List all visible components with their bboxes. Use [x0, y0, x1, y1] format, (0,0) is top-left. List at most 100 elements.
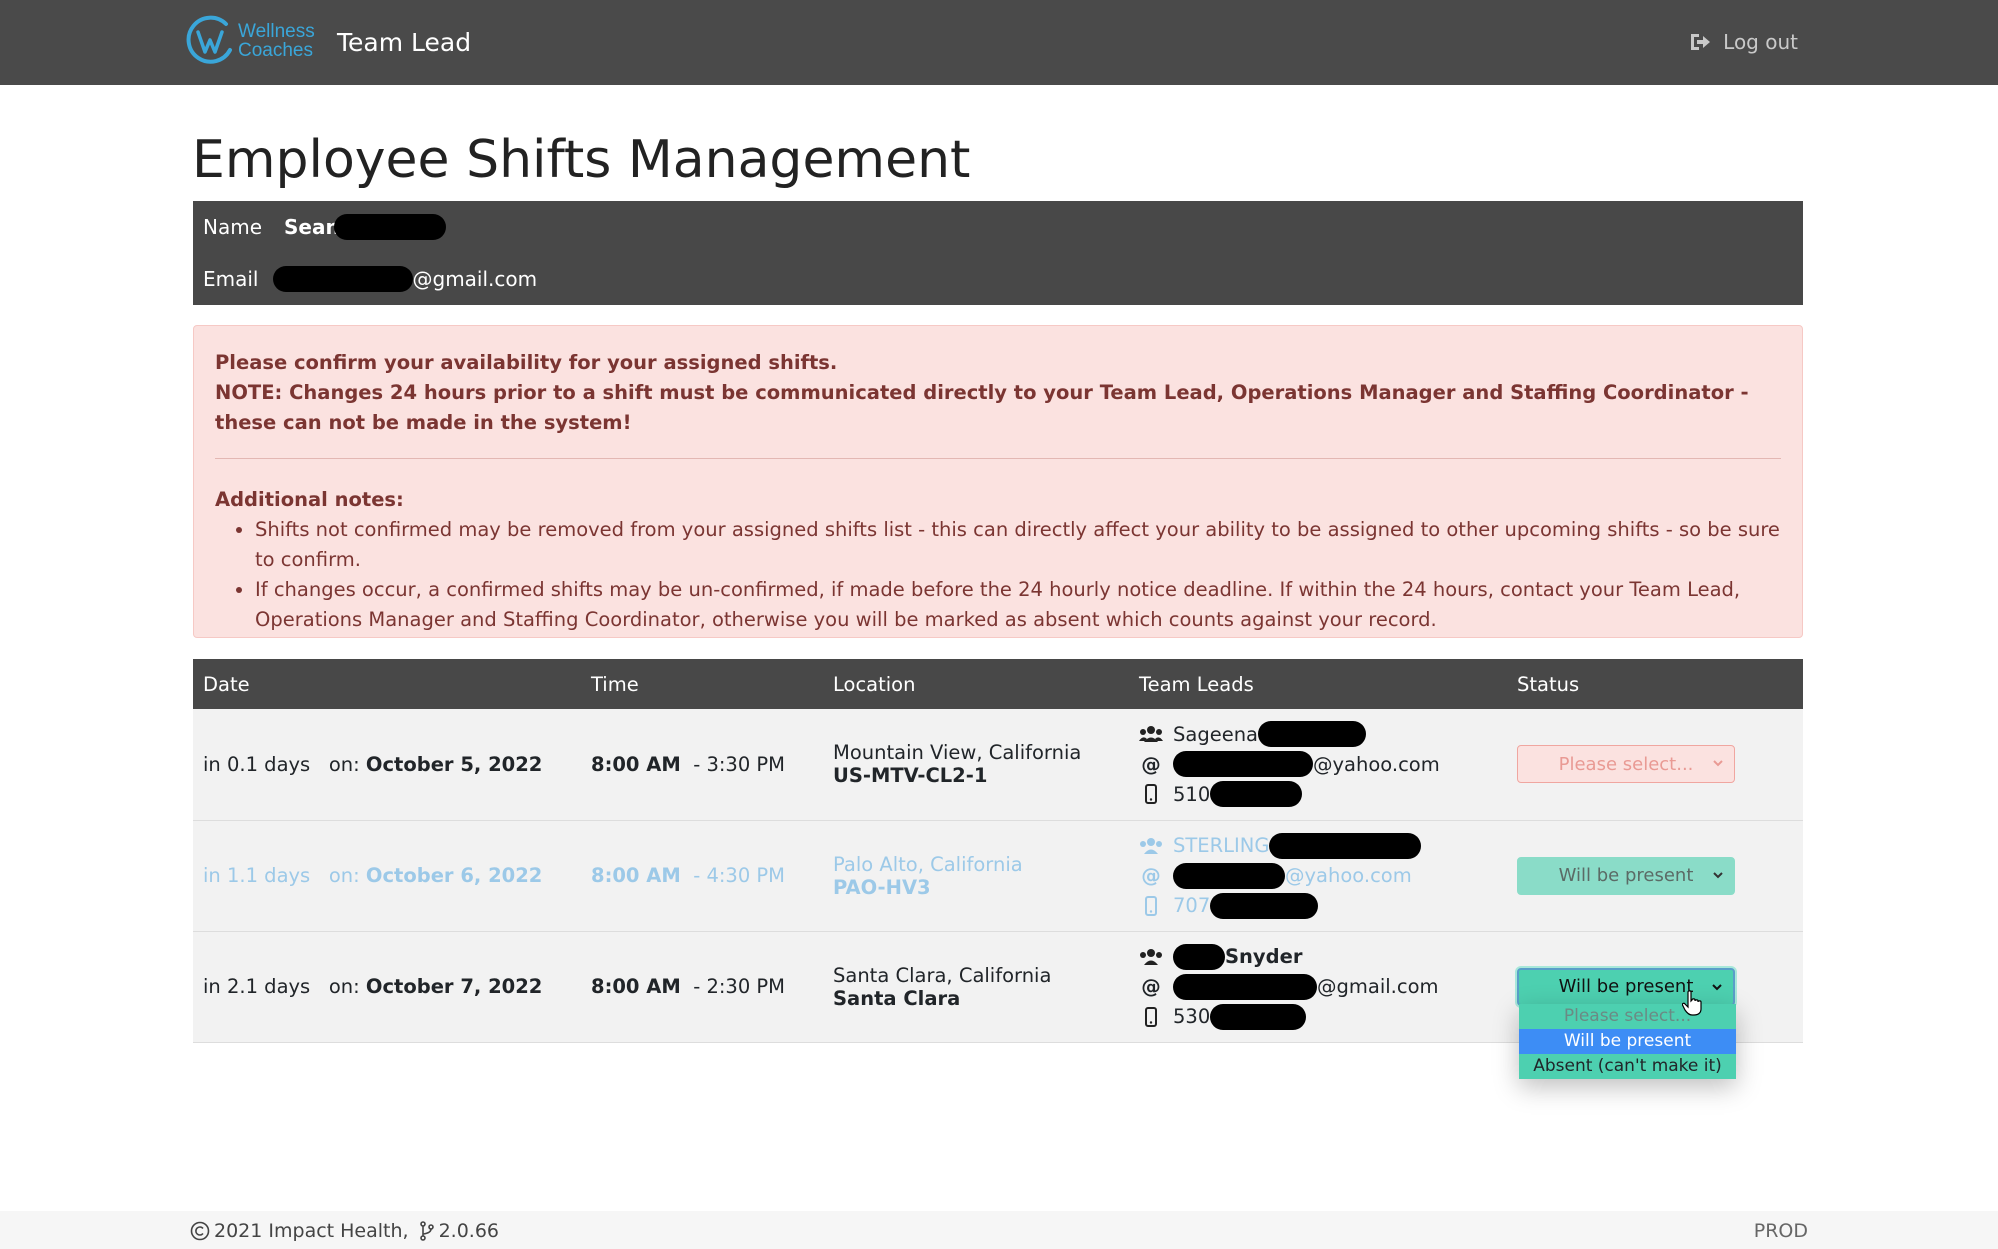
redaction-mark — [1173, 973, 1317, 1000]
status-select[interactable]: Will be present — [1517, 967, 1735, 1006]
redaction-mark — [1269, 832, 1422, 859]
copyright-icon — [190, 1221, 210, 1241]
redaction-mark — [333, 214, 446, 240]
team-lead-cell: STERLING @ @yahoo.com 707 — [1129, 820, 1507, 931]
users-icon — [1139, 725, 1163, 743]
sign-out-icon — [1691, 34, 1711, 50]
lead-email-line: @ @yahoo.com — [1139, 749, 1507, 779]
location-city: Palo Alto, California — [833, 852, 1023, 876]
copyright-text: 2021 Impact Health, — [214, 1220, 409, 1242]
redaction-mark — [1210, 781, 1303, 808]
at-icon: @ — [1141, 864, 1161, 887]
table-header-row: Date Time Location Team Leads Status — [193, 659, 1803, 709]
navbar-title[interactable]: Team Lead — [337, 26, 471, 60]
lead-name: Snyder — [1225, 945, 1303, 968]
at-icon: @ — [1141, 752, 1161, 776]
dropdown-option[interactable]: Please select... — [1519, 1004, 1736, 1029]
alert-line-2: NOTE: Changes 24 hours prior to a shift … — [215, 381, 1749, 434]
code-branch-icon — [419, 1221, 434, 1241]
mobile-phone-icon — [1139, 895, 1163, 916]
table-row: in 0.1 days on: October 5, 2022 8:00 AM … — [193, 709, 1803, 820]
location-city: Santa Clara, California — [833, 963, 1052, 987]
redaction-mark — [1210, 1003, 1307, 1030]
shift-time-cell: 8:00 AM - 2:30 PM — [591, 975, 786, 998]
mobile-phone-icon — [1139, 784, 1163, 805]
status-cell: Will be present — [1507, 820, 1803, 931]
alert-notes-list: Shifts not confirmed may be removed from… — [255, 515, 1781, 635]
redaction-mark — [1173, 751, 1313, 778]
location-site: US-MTV-CL2-1 — [833, 764, 988, 788]
alert-notes-title: Additional notes: — [215, 488, 404, 511]
logo-icon — [186, 15, 232, 64]
shift-time-cell: 8:00 AM - 4:30 PM — [591, 864, 786, 887]
redaction-mark — [1210, 892, 1319, 919]
hand-cursor-icon — [1682, 990, 1702, 1016]
lead-name-line: Sageena — [1139, 719, 1507, 749]
email-value: @gmail.com — [412, 267, 538, 291]
redaction-mark — [1173, 943, 1225, 970]
lead-name: STERLING — [1173, 834, 1270, 857]
dropdown-option[interactable]: Will be present — [1519, 1029, 1736, 1054]
status-cell: Please select... — [1507, 709, 1803, 820]
logo-text: Wellness Coaches — [238, 21, 315, 61]
name-row: Name Sean — [193, 201, 1803, 253]
mobile-phone-icon — [1139, 1006, 1163, 1027]
wellness-coaches-logo[interactable]: Wellness Coaches — [186, 14, 322, 68]
shift-date-cell: in 1.1 days on: October 6, 2022 — [203, 864, 543, 887]
alert-line-1: Please confirm your availability for you… — [215, 351, 838, 374]
chevron-down-icon — [1712, 983, 1722, 990]
footer-copyright: 2021 Impact Health, 2.0.66 — [190, 1220, 499, 1242]
column-header-team-leads: Team Leads — [1139, 672, 1254, 696]
status-select[interactable]: Will be present — [1517, 856, 1735, 895]
location-city: Mountain View, California — [833, 741, 1082, 765]
shift-location-cell: Palo Alto, California PAO-HV3 — [823, 820, 1129, 931]
lead-phone-line: 530 — [1139, 1002, 1507, 1032]
page-title: Employee Shifts Management — [192, 130, 971, 190]
alert-note: Shifts not confirmed may be removed from… — [255, 515, 1781, 575]
email-label: Email — [203, 267, 259, 291]
column-header-time: Time — [591, 672, 639, 696]
team-lead-cell: Snyder @ @gmail.com 530 — [1129, 931, 1507, 1042]
status-select[interactable]: Please select... — [1517, 745, 1735, 784]
logout-button[interactable]: Log out — [1689, 30, 1798, 54]
lead-name-line: STERLING — [1139, 831, 1507, 861]
lead-email-line: @ @gmail.com — [1139, 972, 1507, 1002]
shift-date-cell: in 0.1 days on: October 5, 2022 — [203, 752, 543, 776]
redaction-mark — [1258, 721, 1367, 748]
chevron-down-icon — [1713, 760, 1723, 767]
column-header-date: Date — [203, 672, 250, 696]
lead-phone-line: 707 — [1139, 891, 1507, 921]
status-dropdown-menu: Please select... Will be present Absent … — [1519, 1004, 1736, 1079]
shift-time-cell: 8:00 AM - 3:30 PM — [591, 752, 786, 776]
shifts-table: Date Time Location Team Leads Status in … — [193, 659, 1803, 1043]
name-label: Name — [203, 215, 263, 239]
lead-email: @gmail.com — [1317, 975, 1439, 998]
column-header-location: Location — [833, 672, 916, 696]
version-text: 2.0.66 — [438, 1220, 500, 1242]
table-row: in 1.1 days on: October 6, 2022 8:00 AM … — [193, 820, 1803, 931]
alert-note: If changes occur, a confirmed shifts may… — [255, 575, 1781, 635]
logout-label: Log out — [1723, 30, 1798, 54]
lead-phone: 510 — [1173, 782, 1211, 806]
lead-email: @yahoo.com — [1313, 752, 1440, 776]
redaction-mark — [1173, 862, 1285, 889]
email-row: Email @gmail.com — [193, 253, 1803, 305]
dropdown-option[interactable]: Absent (can't make it) — [1519, 1054, 1736, 1079]
shift-location-cell: Mountain View, California US-MTV-CL2-1 — [823, 709, 1129, 820]
navbar: Wellness Coaches Team Lead Log out — [0, 0, 1998, 85]
footer: 2021 Impact Health, 2.0.66 PROD — [0, 1211, 1998, 1249]
lead-phone-line: 510 — [1139, 779, 1507, 809]
team-lead-cell: Sageena @ @yahoo.com 510 — [1129, 709, 1507, 820]
users-icon — [1139, 837, 1163, 855]
shift-date-cell: in 2.1 days on: October 7, 2022 — [203, 975, 543, 998]
name-value: Sean — [284, 215, 340, 239]
availability-alert: Please confirm your availability for you… — [193, 325, 1803, 638]
environment-badge: PROD — [1753, 1220, 1808, 1242]
lead-phone: 530 — [1173, 1005, 1211, 1028]
redaction-mark — [272, 266, 413, 292]
location-site: PAO-HV3 — [833, 875, 931, 899]
lead-name-line: Snyder — [1139, 942, 1507, 972]
at-icon: @ — [1141, 975, 1161, 998]
lead-phone: 707 — [1173, 894, 1211, 917]
shift-location-cell: Santa Clara, California Santa Clara — [823, 931, 1129, 1042]
